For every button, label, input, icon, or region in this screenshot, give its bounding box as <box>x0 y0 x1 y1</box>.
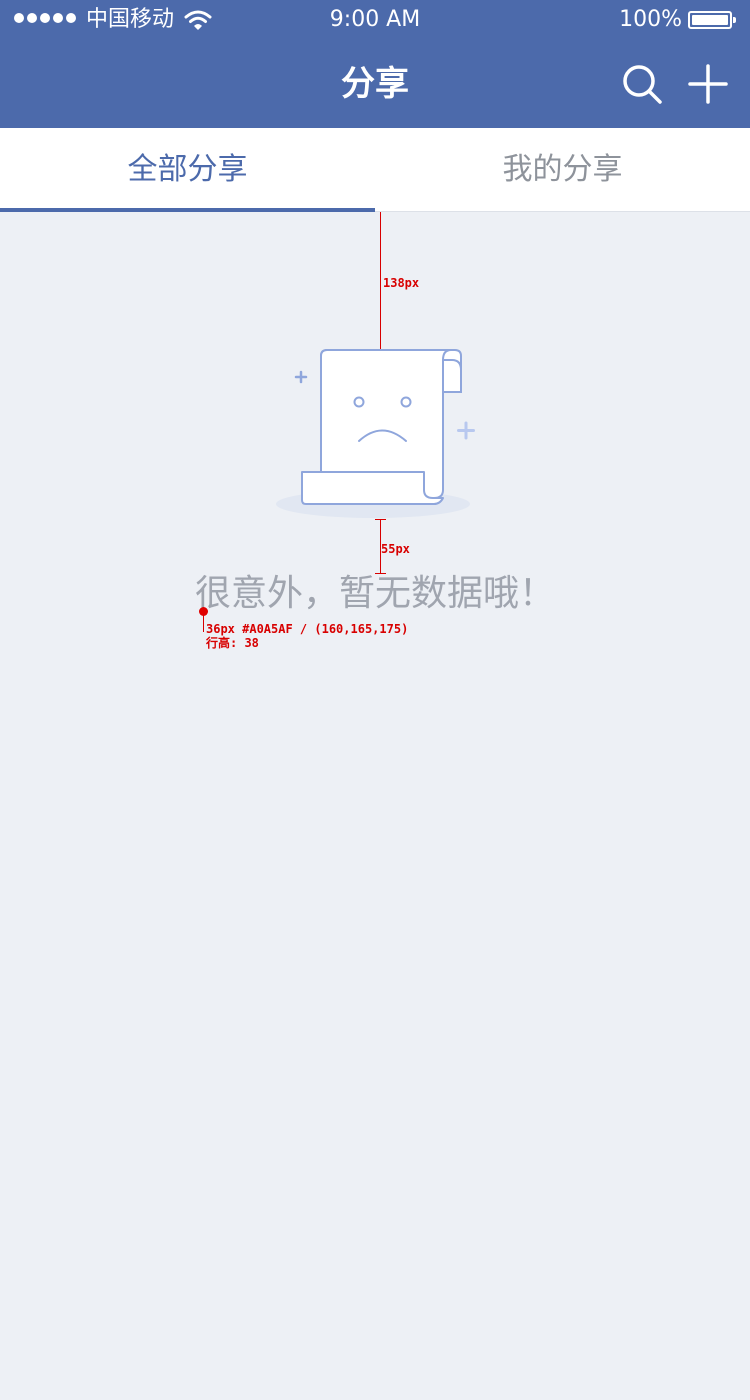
empty-state-message: 很意外，暂无数据哦！ <box>194 573 555 614</box>
spacing-line <box>380 212 381 350</box>
spacing-label-bottom: 55px <box>381 542 410 556</box>
search-icon[interactable] <box>620 62 664 106</box>
font-spec-label: 36px #A0A5AF / (160,165,175) <box>206 622 409 636</box>
sad-document-icon <box>276 349 475 518</box>
line-height-label: 行高: 38 <box>206 636 259 650</box>
top-bar: 中国移动 9:00 AM 100% 分享 <box>0 0 750 128</box>
tab-bar: 全部分享 我的分享 <box>0 128 750 212</box>
plus-icon[interactable] <box>686 62 730 106</box>
spacing-label-top: 138px <box>383 276 420 290</box>
annotation-leader <box>203 614 204 632</box>
tab-my-shares[interactable]: 我的分享 <box>375 128 750 212</box>
active-tab-indicator <box>0 208 375 212</box>
status-bar: 中国移动 9:00 AM 100% <box>0 0 750 40</box>
battery-percentage: 100% <box>619 7 682 32</box>
tab-all-shares[interactable]: 全部分享 <box>0 128 375 212</box>
battery-icon <box>688 11 736 29</box>
